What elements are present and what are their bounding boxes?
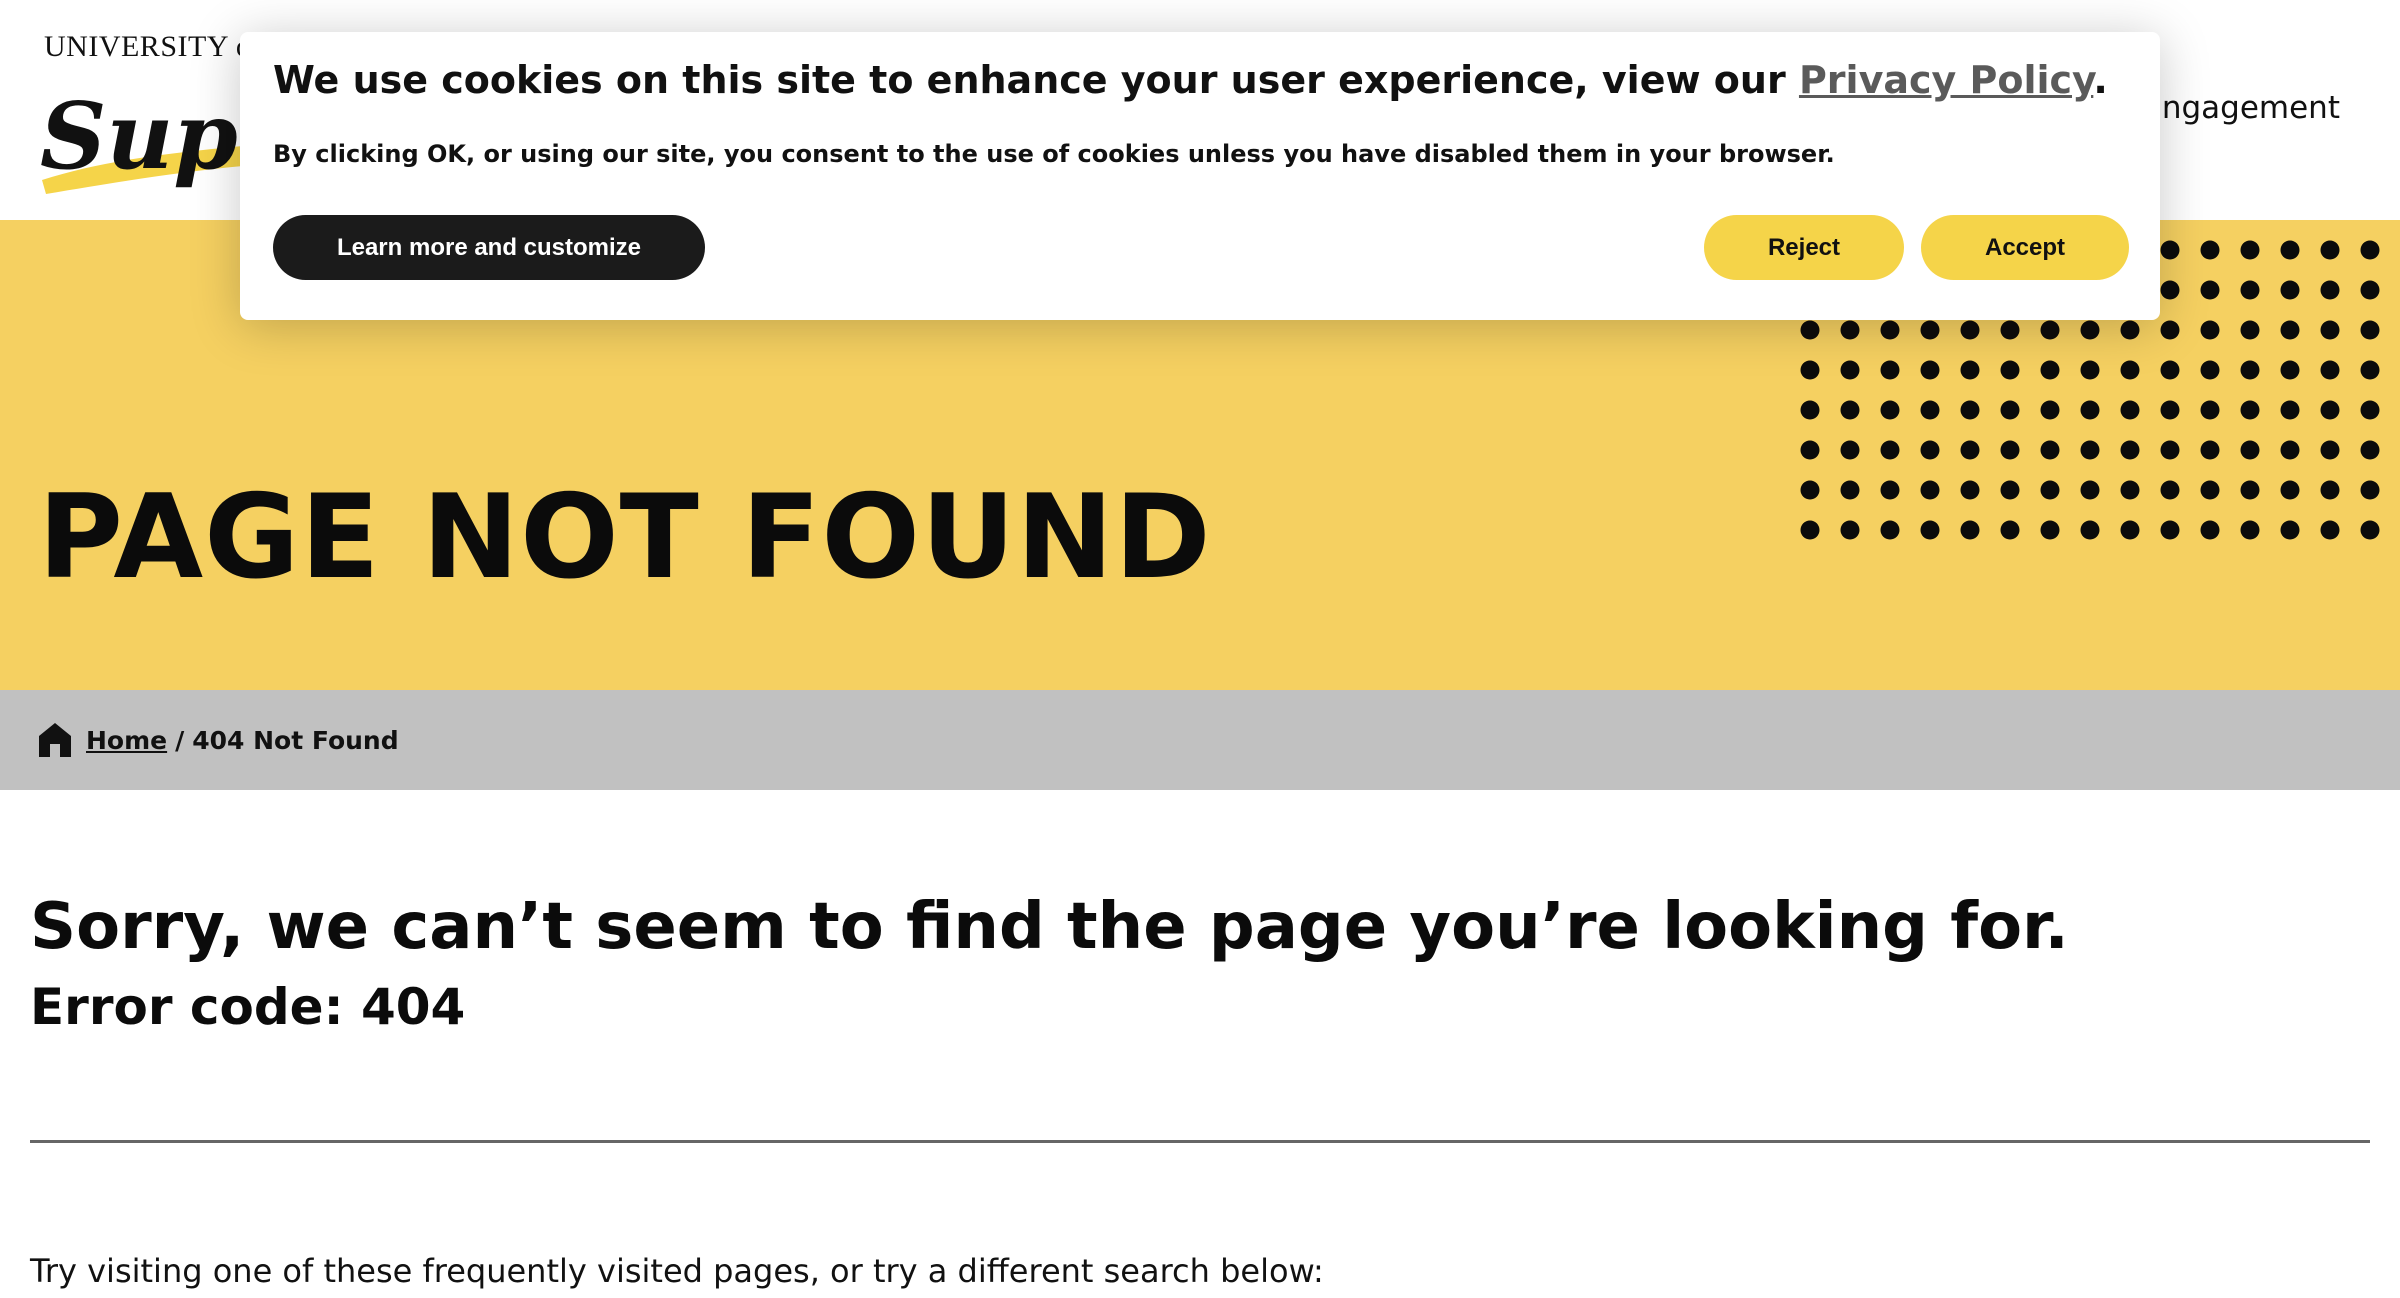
cookie-heading: We use cookies on this site to enhance y…: [273, 58, 2108, 102]
content-divider: [30, 1140, 2370, 1143]
home-icon[interactable]: [38, 722, 72, 758]
nav-item-engagement[interactable]: ngagement: [2162, 90, 2340, 126]
cookie-consent-banner: We use cookies on this site to enhance y…: [240, 32, 2160, 320]
suggestion-text: Try visiting one of these frequently vis…: [30, 1252, 1324, 1290]
not-found-heading: Sorry, we can’t seem to find the page yo…: [30, 890, 2069, 964]
breadcrumb-home-link[interactable]: Home: [86, 726, 167, 755]
breadcrumb-current: 404 Not Found: [192, 725, 399, 755]
cookie-heading-text: We use cookies on this site to enhance y…: [273, 58, 1786, 102]
cookie-body-text: By clicking OK, or using our site, you c…: [273, 140, 1835, 168]
privacy-policy-link[interactable]: Privacy Policy: [1799, 58, 2093, 102]
cookie-heading-suffix: .: [2093, 58, 2108, 102]
main-content: Sorry, we can’t seem to find the page yo…: [0, 790, 2400, 1298]
logo-university-text: UNIVERSITY o: [44, 30, 252, 63]
error-code: Error code: 404: [30, 978, 466, 1036]
learn-more-customize-button[interactable]: Learn more and customize: [273, 215, 705, 280]
breadcrumb-separator: /: [175, 725, 185, 755]
logo-script-text: Sup: [40, 82, 238, 190]
accept-cookies-button[interactable]: Accept: [1921, 215, 2129, 280]
breadcrumb: Home / 404 Not Found: [0, 690, 2400, 790]
page-title: PAGE NOT FOUND: [38, 470, 1212, 605]
university-logo[interactable]: UNIVERSITY o Sup: [38, 26, 252, 196]
reject-cookies-button[interactable]: Reject: [1704, 215, 1904, 280]
logo-script-graphic: Sup: [40, 82, 243, 194]
